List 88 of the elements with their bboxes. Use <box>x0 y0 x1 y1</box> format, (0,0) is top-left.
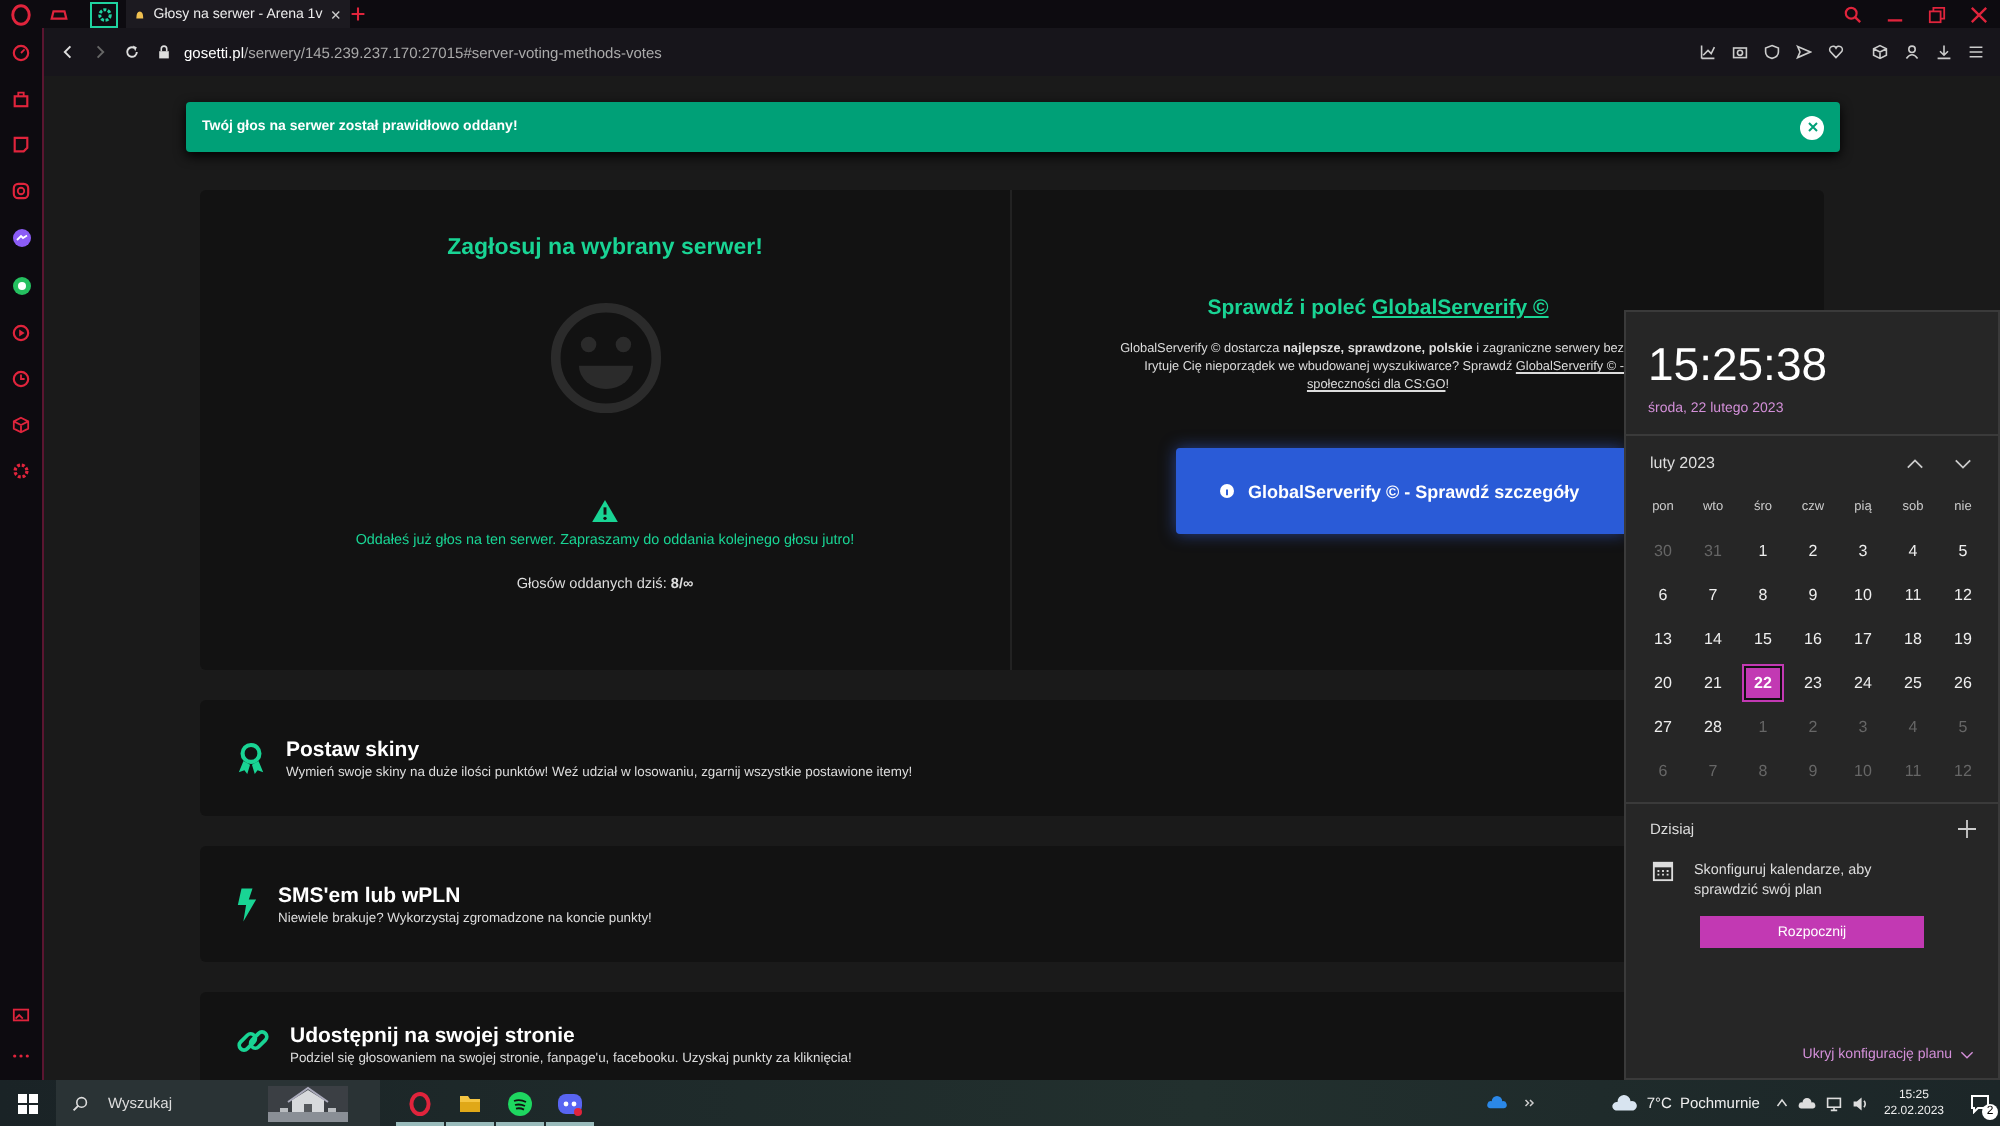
calendar-day[interactable]: 19 <box>1944 621 1982 655</box>
month-label[interactable]: luty 2023 <box>1650 454 1876 472</box>
chevron-down-icon[interactable] <box>1954 457 1972 469</box>
send-icon[interactable] <box>1796 44 1812 60</box>
calendar-day[interactable]: 22 <box>1744 665 1782 699</box>
chevron-up-icon[interactable] <box>1775 1098 1788 1108</box>
monitor-icon[interactable] <box>1825 1095 1842 1111</box>
feature-title: Udostępnij na swojej stronie <box>290 1024 577 1048</box>
calendar-day[interactable]: 11 <box>1894 577 1932 611</box>
shield-icon[interactable] <box>1764 44 1780 60</box>
feature-title: SMS'em lub wPLN <box>278 883 463 907</box>
chevron-up-icon[interactable] <box>1906 457 1924 469</box>
forward-icon[interactable] <box>92 44 108 60</box>
award-icon <box>236 741 266 775</box>
lock-icon[interactable] <box>156 44 172 60</box>
vote-title: Zagłosuj na wybrany serwer! <box>447 236 763 260</box>
promo-link[interactable]: GlobalServerify © <box>1372 296 1549 320</box>
more-icon[interactable] <box>12 1052 30 1060</box>
calendar-day[interactable]: 14 <box>1694 621 1732 655</box>
person-icon[interactable] <box>1904 44 1920 60</box>
download-icon[interactable] <box>1936 44 1952 60</box>
search-icon <box>72 1095 88 1111</box>
calendar-day[interactable]: 8 <box>1744 577 1782 611</box>
bag-icon[interactable] <box>12 90 30 108</box>
calendar-day[interactable]: 3 <box>1844 533 1882 567</box>
plus-icon[interactable] <box>350 6 366 22</box>
close-button[interactable] <box>1800 115 1824 139</box>
calendar-day[interactable]: 28 <box>1694 709 1732 743</box>
calendar-day[interactable]: 27 <box>1644 709 1682 743</box>
cloud-icon[interactable] <box>1797 1097 1816 1109</box>
speedometer-icon[interactable] <box>12 44 30 62</box>
calendar-day[interactable]: 9 <box>1794 577 1832 611</box>
calendar-day[interactable]: 21 <box>1694 665 1732 699</box>
calendar-day[interactable]: 12 <box>1944 577 1982 611</box>
speech-bubble-icon <box>1970 1093 1990 1113</box>
calendar-day[interactable]: 6 <box>1644 577 1682 611</box>
details-button[interactable]: GlobalServerify © - Sprawdź szczegóły <box>1176 448 1624 534</box>
back-icon[interactable] <box>60 44 76 60</box>
windows-logo-icon[interactable] <box>18 1093 38 1113</box>
calendar-day[interactable]: 20 <box>1644 665 1682 699</box>
double-chevron-icon[interactable] <box>1524 1098 1537 1108</box>
settings-icon[interactable] <box>12 462 30 480</box>
smiley-icon <box>547 300 663 416</box>
cloud-icon[interactable] <box>1612 1094 1639 1112</box>
chart-icon[interactable] <box>1700 44 1716 60</box>
chat-app-icon <box>558 1091 582 1115</box>
link-icon <box>236 1024 270 1058</box>
close-icon <box>1807 122 1817 132</box>
calendar-day[interactable]: 26 <box>1944 665 1982 699</box>
lightning-icon <box>236 887 258 921</box>
play-icon[interactable] <box>12 324 30 342</box>
speaker-icon[interactable] <box>1851 1095 1868 1111</box>
calendar-day[interactable]: 15 <box>1744 621 1782 655</box>
clock-icon[interactable] <box>12 370 30 388</box>
calendar-day[interactable]: 24 <box>1844 665 1882 699</box>
menu-icon[interactable] <box>1968 44 1984 60</box>
chat-box-icon[interactable] <box>12 136 30 154</box>
feature-title: Postaw skiny <box>286 737 422 761</box>
heart-icon[interactable] <box>1828 44 1844 60</box>
chevron-down-icon[interactable] <box>1960 1050 1974 1060</box>
bell-icon <box>134 7 146 21</box>
calendar-day[interactable]: 4 <box>1894 533 1932 567</box>
image-icon[interactable] <box>12 1006 30 1024</box>
calendar-day[interactable]: 23 <box>1794 665 1832 699</box>
calendar-day[interactable]: 16 <box>1794 621 1832 655</box>
messenger-icon[interactable] <box>11 228 31 248</box>
calendar-day[interactable]: 10 <box>1844 577 1882 611</box>
o-logo-icon <box>408 1091 432 1115</box>
calendar-day[interactable]: 1 <box>1744 533 1782 567</box>
calendar-day[interactable]: 17 <box>1844 621 1882 655</box>
reload-icon[interactable] <box>124 44 140 60</box>
sound-waves-icon <box>508 1091 532 1115</box>
warning-icon <box>592 500 618 522</box>
o-logo-icon[interactable] <box>10 3 32 25</box>
info-icon <box>1220 484 1234 498</box>
clock-time: 15:25:38 <box>1646 336 1830 392</box>
calendar-day[interactable]: 25 <box>1894 665 1932 699</box>
calendar-icon <box>1652 860 1674 882</box>
calendar-day[interactable]: 7 <box>1694 577 1732 611</box>
calendar-day[interactable]: 13 <box>1644 621 1682 655</box>
promo-title: Sprawdź i poleć <box>1207 296 1367 320</box>
calendar-day[interactable]: 18 <box>1894 621 1932 655</box>
calendar-day[interactable]: 2 <box>1794 533 1832 567</box>
calendar-day[interactable]: 5 <box>1944 533 1982 567</box>
folder-icon <box>458 1091 482 1115</box>
workspace-tab[interactable] <box>90 1 118 27</box>
search-icon[interactable] <box>1844 5 1862 23</box>
restore-icon[interactable] <box>1928 5 1946 23</box>
